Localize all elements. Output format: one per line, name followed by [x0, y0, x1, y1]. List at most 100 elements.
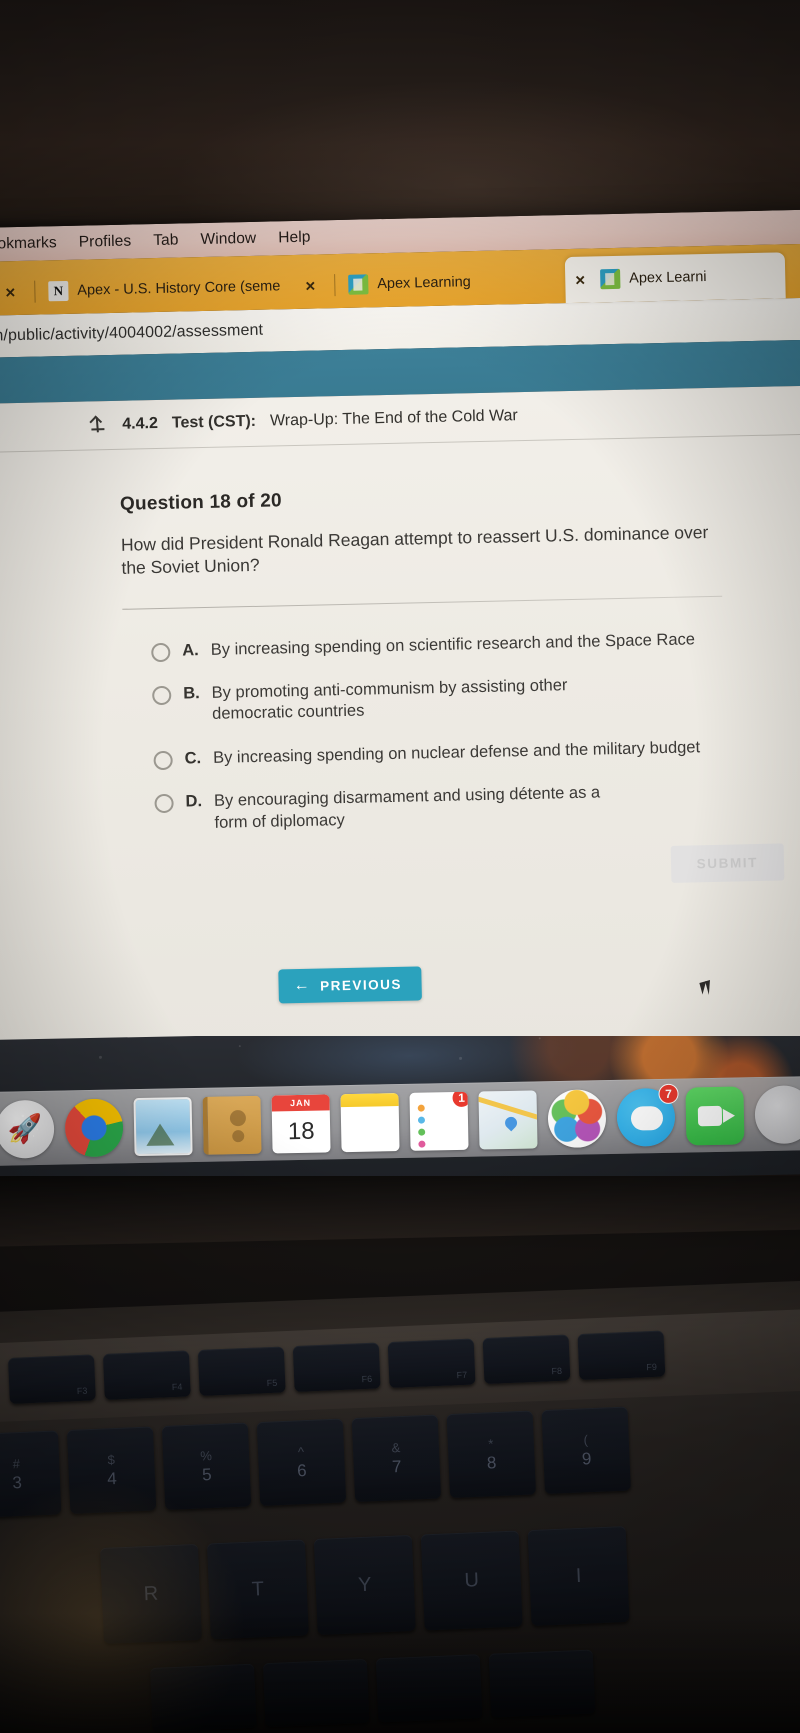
key-8[interactable]: * 8 — [446, 1410, 537, 1499]
radio-button-a[interactable] — [151, 642, 171, 662]
menu-item-help[interactable]: Help — [278, 229, 311, 248]
reminders-icon[interactable]: 1 — [409, 1091, 469, 1151]
key-8-symbol: * — [488, 1435, 494, 1451]
key-7-symbol: & — [391, 1439, 401, 1455]
laptop-hinge — [0, 1176, 800, 1248]
laptop-base: F3 F4 F5 F6 F7 F8 F9 # 3 $ 4 % 5 ^ 6 & 7… — [0, 1176, 800, 1733]
key-f4[interactable]: F4 — [102, 1350, 191, 1400]
answer-letter-b: B. — [183, 684, 200, 703]
calendar-icon[interactable]: JAN 18 — [271, 1093, 331, 1153]
key-8-label: 8 — [486, 1452, 497, 1472]
answer-text-d: By encouraging disarmament and using dét… — [213, 783, 601, 832]
previous-button[interactable]: ← PREVIOUS — [278, 966, 423, 1004]
level-up-arrow-icon[interactable] — [88, 415, 108, 435]
notes-icon[interactable] — [340, 1092, 400, 1152]
menu-item-window[interactable]: Window — [200, 230, 256, 249]
messages-badge: 7 — [658, 1083, 679, 1104]
tab-close-icon[interactable]: × — [299, 276, 321, 295]
answer-choice-c[interactable]: C. By increasing spending on nuclear def… — [153, 734, 800, 771]
browser-tab-2[interactable]: × Apex Learning — [295, 257, 566, 309]
key-t[interactable]: T — [206, 1539, 309, 1640]
key-y[interactable]: Y — [313, 1534, 416, 1635]
contacts-icon[interactable] — [202, 1095, 262, 1155]
maps-icon[interactable] — [478, 1089, 538, 1150]
key-9[interactable]: ( 9 — [541, 1406, 631, 1495]
browser-tab-1-label: Apex - U.S. History Core (seme — [77, 278, 281, 299]
key-9-symbol: ( — [583, 1431, 589, 1447]
key-f4-label: F4 — [171, 1381, 183, 1393]
answer-choice-b[interactable]: B. By promoting anti-communism by assist… — [152, 669, 800, 727]
radio-button-c[interactable] — [153, 750, 173, 771]
key-u[interactable]: U — [420, 1530, 523, 1631]
key-6-symbol: ^ — [297, 1443, 305, 1459]
radio-button-b[interactable] — [152, 685, 172, 706]
menu-item-bookmarks[interactable]: Bookmarks — [0, 234, 57, 254]
radio-button-d[interactable] — [154, 794, 174, 814]
submit-button[interactable]: SUBMIT — [670, 843, 785, 884]
screen-bezel-top — [0, 0, 800, 232]
preview-icon[interactable] — [133, 1096, 193, 1156]
question-container: Question 18 of 20 How did President Rona… — [0, 434, 800, 1010]
app-icon[interactable] — [754, 1084, 800, 1144]
key-f7-label: F7 — [456, 1369, 468, 1381]
key-f5-label: F5 — [266, 1377, 278, 1389]
question-counter: Question 18 of 20 — [119, 490, 283, 515]
answer-choice-a[interactable]: A. By increasing spending on scientific … — [151, 626, 800, 662]
key-4[interactable]: $ 4 — [66, 1426, 157, 1514]
breadcrumb-title: Wrap-Up: The End of the Cold War — [269, 407, 518, 430]
key-blank-4[interactable] — [488, 1649, 596, 1718]
desktop-strip: JAN 18 1 7 — [0, 1036, 800, 1176]
key-5[interactable]: % 5 — [161, 1422, 252, 1510]
browser-tab-3-label: Apex Learni — [629, 268, 707, 287]
key-i[interactable]: I — [527, 1525, 630, 1626]
key-5-symbol: % — [200, 1447, 213, 1463]
browser-tab-1[interactable]: × N Apex - U.S. History Core (seme — [0, 263, 296, 316]
key-f5[interactable]: F5 — [197, 1346, 286, 1397]
answer-letter-c: C. — [184, 748, 202, 768]
breadcrumb-type: Test (CST): — [171, 412, 257, 432]
key-f6[interactable]: F6 — [292, 1342, 381, 1393]
menu-item-profiles[interactable]: Profiles — [79, 233, 132, 252]
answer-letter-d: D. — [185, 792, 203, 811]
browser-tab-3-active[interactable]: × Apex Learni — [564, 252, 786, 304]
key-blank-1[interactable] — [150, 1663, 257, 1732]
key-f8[interactable]: F8 — [482, 1334, 571, 1385]
key-4-label: 4 — [106, 1468, 118, 1488]
tab-separator — [34, 280, 36, 303]
key-f3-label: F3 — [76, 1385, 88, 1397]
key-r[interactable]: R — [100, 1543, 202, 1644]
tab-close-icon[interactable]: × — [569, 270, 591, 289]
question-text: How did President Ronald Reagan attempt … — [120, 522, 709, 579]
key-3[interactable]: # 3 — [0, 1430, 62, 1518]
key-f8-label: F8 — [551, 1365, 563, 1377]
nyt-icon: N — [48, 280, 69, 302]
key-f7[interactable]: F7 — [387, 1338, 476, 1389]
facetime-icon[interactable] — [685, 1085, 745, 1146]
key-7[interactable]: & 7 — [351, 1414, 442, 1503]
key-6-label: 6 — [296, 1460, 307, 1480]
key-9-label: 9 — [581, 1448, 592, 1468]
photos-icon[interactable] — [547, 1088, 607, 1148]
answer-text-b: By promoting anti-communism by assisting… — [211, 676, 568, 724]
key-6[interactable]: ^ 6 — [256, 1418, 347, 1506]
launchpad-icon[interactable] — [0, 1099, 55, 1159]
tab-separator — [334, 274, 336, 297]
menu-item-tab[interactable]: Tab — [153, 231, 179, 250]
answer-choice-d[interactable]: D. By encouraging disarmament and using … — [154, 777, 800, 835]
google-chrome-icon[interactable] — [64, 1097, 124, 1157]
submit-row: SUBMIT — [128, 842, 800, 895]
key-blank-2[interactable] — [262, 1658, 370, 1728]
previous-button-label: PREVIOUS — [319, 976, 403, 994]
tab-close-icon[interactable]: × — [0, 283, 22, 302]
answer-text-c: By increasing spending on nuclear defens… — [212, 738, 701, 767]
apex-icon — [599, 268, 621, 290]
key-f3[interactable]: F3 — [8, 1354, 96, 1404]
key-5-label: 5 — [201, 1464, 213, 1484]
key-3-label: 3 — [11, 1472, 23, 1492]
browser-tab-2-label: Apex Learning — [377, 274, 471, 293]
messages-icon[interactable]: 7 — [616, 1083, 679, 1147]
key-4-symbol: $ — [107, 1451, 116, 1467]
key-blank-3[interactable] — [375, 1654, 483, 1723]
address-bar-url: .com/public/activity/4004002/assessment — [0, 321, 264, 346]
key-f9[interactable]: F9 — [577, 1330, 666, 1381]
